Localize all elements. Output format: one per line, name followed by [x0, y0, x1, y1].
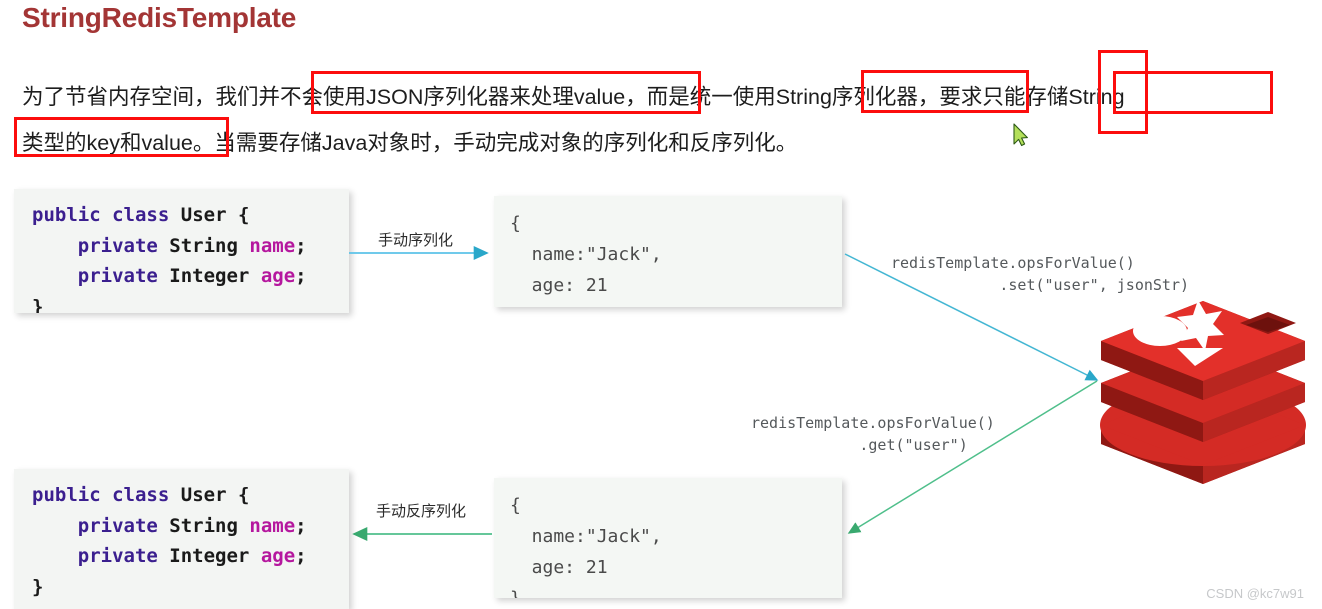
- watermark-csdn: CSDN @kc7w91: [1206, 586, 1304, 601]
- code-block-user-class-top: public class User { private String name;…: [14, 189, 349, 313]
- redis-glyph-cube: [1240, 312, 1296, 334]
- code-semicolon-age: ;: [295, 265, 307, 287]
- code-field-name: name: [249, 514, 296, 537]
- redis-logo: [1100, 300, 1306, 484]
- code-block-user-class-bottom: public class User { private String name;…: [14, 469, 349, 609]
- code-field-name: name: [249, 234, 296, 257]
- paragraph-line-2: 类型的key和value。当需要存储Java对象时，手动完成对象的序列化和反序列…: [22, 131, 798, 155]
- code-brace-open: {: [237, 484, 250, 506]
- code-type-string: String: [169, 234, 238, 257]
- annotation-opsforvalue-set: redisTemplate.opsForValue() .set("user",…: [891, 254, 1190, 294]
- code-class-name: User: [180, 204, 227, 226]
- code-type-integer: Integer: [169, 545, 250, 567]
- code-type-integer: Integer: [169, 265, 250, 287]
- code-field-age: age: [260, 545, 296, 567]
- arrow-label-deserialize: 手动反序列化: [376, 503, 467, 520]
- json-block-top: { name:"Jack", age: 21 }: [494, 196, 842, 307]
- code-keyword-class: class: [112, 484, 170, 506]
- redis-glyph-ellipse: [1133, 316, 1187, 346]
- paragraph-line-1: 为了节省内存空间，我们并不会使用JSON序列化器来处理value，而是统一使用S…: [22, 85, 1125, 109]
- redis-glyph-star: [1177, 300, 1224, 351]
- arrow-label-serialize: 手动序列化: [378, 232, 454, 249]
- redis-glyph-triangle: [1177, 348, 1223, 366]
- code-keyword-private-name: private: [77, 514, 158, 537]
- code-keyword-private-age: private: [77, 265, 158, 287]
- code-keyword-public: public: [32, 484, 101, 506]
- code-field-age: age: [260, 265, 296, 287]
- code-keyword-public: public: [32, 204, 101, 226]
- code-semicolon-name: ;: [295, 234, 307, 257]
- code-class-name: User: [180, 484, 227, 506]
- code-keyword-private-name: private: [77, 234, 158, 257]
- annotation-opsforvalue-get: redisTemplate.opsForValue() .get("user"): [751, 414, 995, 454]
- code-keyword-private-age: private: [77, 545, 158, 567]
- arrow-get-from-redis: [847, 380, 1098, 534]
- body-paragraph: 为了节省内存空间，我们并不会使用JSON序列化器来处理value，而是统一使用S…: [22, 74, 1292, 166]
- json-block-bottom: { name:"Jack", age: 21 }: [494, 478, 842, 598]
- code-semicolon-name: ;: [295, 514, 307, 537]
- code-semicolon-age: ;: [295, 545, 307, 567]
- slide-canvas: StringRedisTemplate 为了节省内存空间，我们并不会使用JSON…: [0, 0, 1322, 609]
- code-brace-close: }: [32, 295, 44, 314]
- code-type-string: String: [169, 514, 238, 537]
- code-keyword-class: class: [112, 204, 170, 226]
- page-title: StringRedisTemplate: [22, 2, 297, 33]
- code-brace-open: {: [237, 204, 250, 226]
- code-brace-close: }: [32, 575, 44, 598]
